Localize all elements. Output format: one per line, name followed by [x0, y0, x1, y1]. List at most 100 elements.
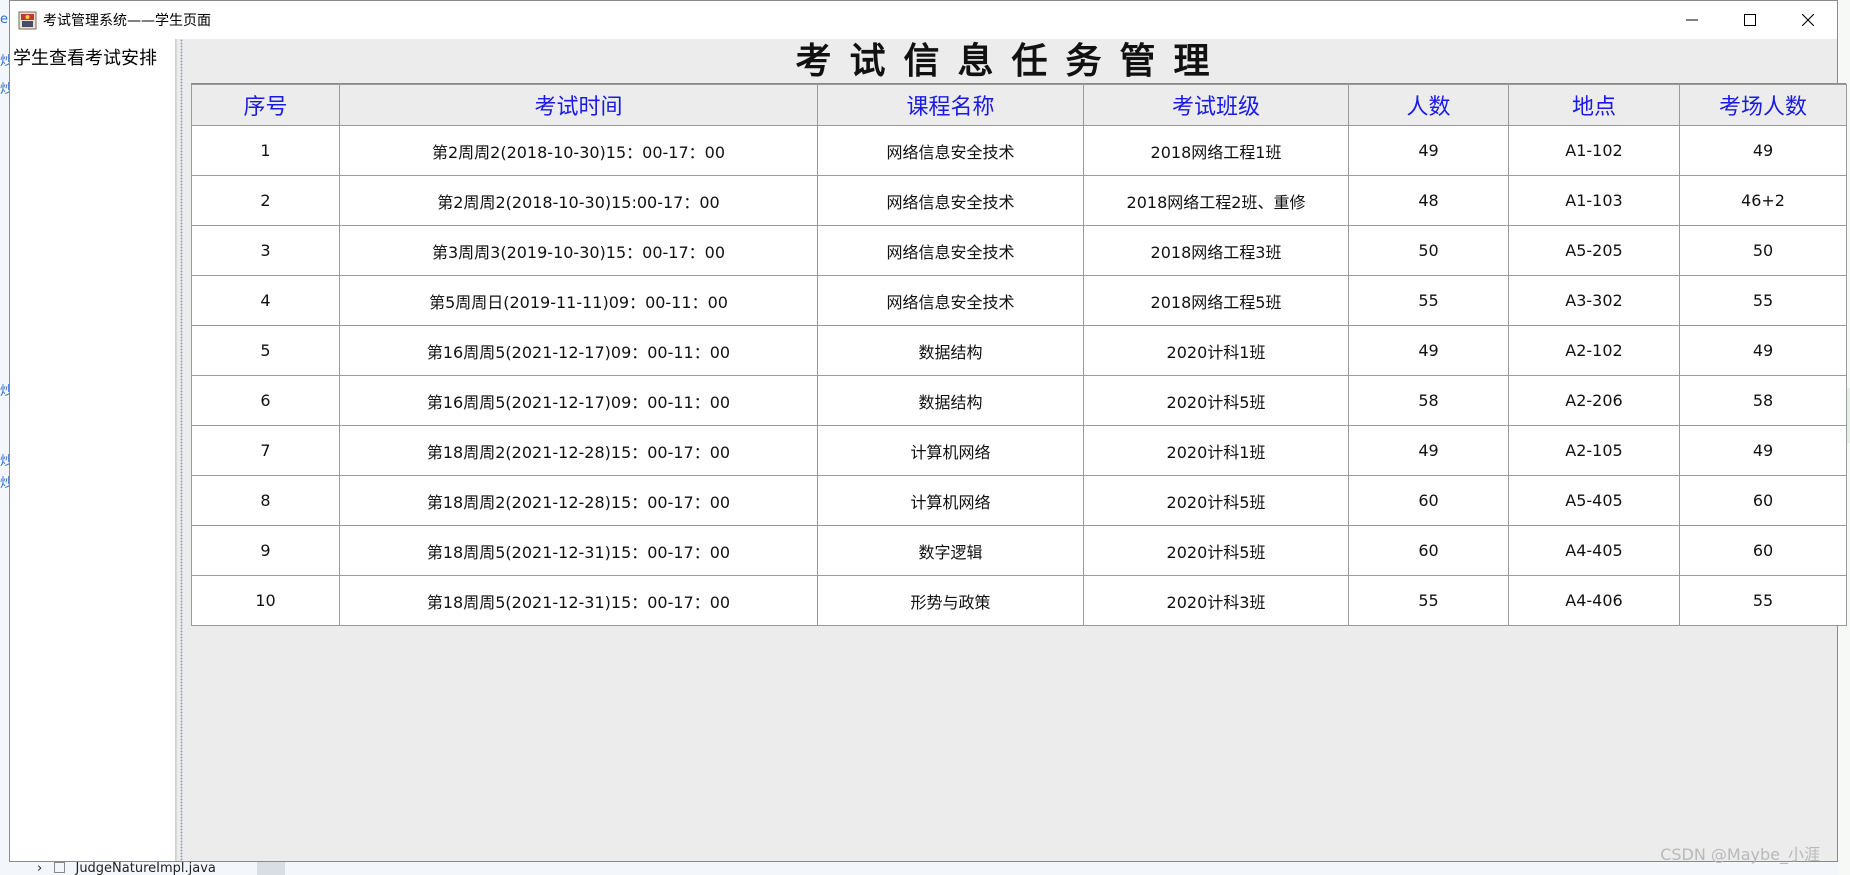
cell-course-name[interactable]: 网络信息安全技术 — [817, 125, 1084, 176]
cell-count[interactable]: 50 — [1348, 225, 1509, 276]
cell-class[interactable]: 2020计科1班 — [1083, 425, 1349, 476]
cell-room-count[interactable]: 49 — [1679, 425, 1847, 476]
main-panel: 考试信息任务管理 序号 考试时间 课程名称 考试班级 人数 地点 考场人数 1 … — [186, 39, 1847, 861]
column-header-count[interactable]: 人数 — [1348, 84, 1509, 126]
cell-index[interactable]: 7 — [191, 425, 340, 476]
cell-course-name[interactable]: 网络信息安全技术 — [817, 225, 1084, 276]
cell-location[interactable]: A5-205 — [1508, 225, 1680, 276]
maximize-button[interactable] — [1721, 1, 1779, 39]
cell-class[interactable]: 2018网络工程3班 — [1083, 225, 1349, 276]
app-window: 考试管理系统——学生页面 学生查看考试安排 考试信息任务管理 序号 考试时间 课… — [9, 0, 1847, 862]
column-header-room-count[interactable]: 考场人数 — [1679, 84, 1847, 126]
table-row[interactable]: 1 第2周周2(2018-10-30)15：00-17：00 网络信息安全技术 … — [191, 125, 1847, 176]
cell-room-count[interactable]: 46+2 — [1679, 175, 1847, 226]
cell-exam-time[interactable]: 第16周周5(2021-12-17)09：00-11：00 — [339, 325, 818, 376]
cell-exam-time[interactable]: 第18周周5(2021-12-31)15：00-17：00 — [339, 525, 818, 576]
column-header-location[interactable]: 地点 — [1508, 84, 1680, 126]
cell-course-name[interactable]: 网络信息安全技术 — [817, 175, 1084, 226]
cell-location[interactable]: A3-302 — [1508, 275, 1680, 326]
sidebar-item-exam-schedule[interactable]: 学生查看考试安排 — [13, 44, 157, 70]
cell-count[interactable]: 48 — [1348, 175, 1509, 226]
splitter-grip — [180, 39, 183, 861]
cell-location[interactable]: A2-102 — [1508, 325, 1680, 376]
cell-course-name[interactable]: 网络信息安全技术 — [817, 275, 1084, 326]
cell-class[interactable]: 2018网络工程2班、重修 — [1083, 175, 1349, 226]
close-icon — [1802, 14, 1814, 26]
cell-room-count[interactable]: 60 — [1679, 525, 1847, 576]
column-header-class[interactable]: 考试班级 — [1083, 84, 1349, 126]
table-row[interactable]: 6 第16周周5(2021-12-17)09：00-11：00 数据结构 202… — [191, 375, 1847, 426]
cell-class[interactable]: 2018网络工程5班 — [1083, 275, 1349, 326]
table-row[interactable]: 9 第18周周5(2021-12-31)15：00-17：00 数字逻辑 202… — [191, 525, 1847, 576]
cell-course-name[interactable]: 形势与政策 — [817, 575, 1084, 626]
cell-location[interactable]: A4-406 — [1508, 575, 1680, 626]
cell-exam-time[interactable]: 第2周周2(2018-10-30)15：00-17：00 — [339, 125, 818, 176]
cell-course-name[interactable]: 计算机网络 — [817, 475, 1084, 526]
cell-count[interactable]: 49 — [1348, 325, 1509, 376]
cell-count[interactable]: 55 — [1348, 275, 1509, 326]
cell-exam-time[interactable]: 第18周周5(2021-12-31)15：00-17：00 — [339, 575, 818, 626]
cell-room-count[interactable]: 55 — [1679, 575, 1847, 626]
table-row[interactable]: 2 第2周周2(2018-10-30)15:00-17：00 网络信息安全技术 … — [191, 175, 1847, 226]
cell-room-count[interactable]: 50 — [1679, 225, 1847, 276]
cell-class[interactable]: 2020计科5班 — [1083, 475, 1349, 526]
cell-count[interactable]: 49 — [1348, 125, 1509, 176]
cell-room-count[interactable]: 55 — [1679, 275, 1847, 326]
cell-room-count[interactable]: 49 — [1679, 125, 1847, 176]
cell-exam-time[interactable]: 第2周周2(2018-10-30)15:00-17：00 — [339, 175, 818, 226]
cell-count[interactable]: 49 — [1348, 425, 1509, 476]
cell-location[interactable]: A2-206 — [1508, 375, 1680, 426]
column-header-index[interactable]: 序号 — [191, 84, 340, 126]
cell-index[interactable]: 10 — [191, 575, 340, 626]
cell-location[interactable]: A5-405 — [1508, 475, 1680, 526]
watermark: CSDN @Maybe_小涯 — [1660, 845, 1820, 864]
split-pane-divider[interactable] — [176, 39, 186, 861]
cell-index[interactable]: 6 — [191, 375, 340, 426]
cell-exam-time[interactable]: 第18周周2(2021-12-28)15：00-17：00 — [339, 475, 818, 526]
cell-index[interactable]: 1 — [191, 125, 340, 176]
cell-course-name[interactable]: 数字逻辑 — [817, 525, 1084, 576]
table-row[interactable]: 10 第18周周5(2021-12-31)15：00-17：00 形势与政策 2… — [191, 575, 1847, 626]
tree-expand-icon: › — [37, 862, 43, 875]
cell-course-name[interactable]: 数据结构 — [817, 325, 1084, 376]
cell-count[interactable]: 60 — [1348, 525, 1509, 576]
cell-index[interactable]: 2 — [191, 175, 340, 226]
table-row[interactable]: 8 第18周周2(2021-12-28)15：00-17：00 计算机网络 20… — [191, 475, 1847, 526]
cell-room-count[interactable]: 58 — [1679, 375, 1847, 426]
cell-exam-time[interactable]: 第18周周2(2021-12-28)15：00-17：00 — [339, 425, 818, 476]
cell-exam-time[interactable]: 第3周周3(2019-10-30)15：00-17：00 — [339, 225, 818, 276]
cell-count[interactable]: 55 — [1348, 575, 1509, 626]
cell-class[interactable]: 2018网络工程1班 — [1083, 125, 1349, 176]
cell-course-name[interactable]: 计算机网络 — [817, 425, 1084, 476]
cell-class[interactable]: 2020计科5班 — [1083, 375, 1349, 426]
cell-class[interactable]: 2020计科3班 — [1083, 575, 1349, 626]
cell-location[interactable]: A4-405 — [1508, 525, 1680, 576]
cell-class[interactable]: 2020计科1班 — [1083, 325, 1349, 376]
table-row[interactable]: 3 第3周周3(2019-10-30)15：00-17：00 网络信息安全技术 … — [191, 225, 1847, 276]
column-header-course-name[interactable]: 课程名称 — [817, 84, 1084, 126]
minimize-button[interactable] — [1663, 1, 1721, 39]
cell-exam-time[interactable]: 第5周周日(2019-11-11)09：00-11：00 — [339, 275, 818, 326]
cell-index[interactable]: 5 — [191, 325, 340, 376]
cell-index[interactable]: 4 — [191, 275, 340, 326]
table-row[interactable]: 5 第16周周5(2021-12-17)09：00-11：00 数据结构 202… — [191, 325, 1847, 376]
table-row[interactable]: 4 第5周周日(2019-11-11)09：00-11：00 网络信息安全技术 … — [191, 275, 1847, 326]
cell-class[interactable]: 2020计科5班 — [1083, 525, 1349, 576]
cell-index[interactable]: 3 — [191, 225, 340, 276]
cell-course-name[interactable]: 数据结构 — [817, 375, 1084, 426]
table-row[interactable]: 7 第18周周2(2021-12-28)15：00-17：00 计算机网络 20… — [191, 425, 1847, 476]
cell-room-count[interactable]: 49 — [1679, 325, 1847, 376]
cell-location[interactable]: A2-105 — [1508, 425, 1680, 476]
cell-index[interactable]: 9 — [191, 525, 340, 576]
cell-location[interactable]: A1-102 — [1508, 125, 1680, 176]
title-bar[interactable]: 考试管理系统——学生页面 — [10, 1, 1837, 39]
cell-room-count[interactable]: 60 — [1679, 475, 1847, 526]
close-button[interactable] — [1779, 1, 1837, 39]
cell-count[interactable]: 60 — [1348, 475, 1509, 526]
window-content: 学生查看考试安排 考试信息任务管理 序号 考试时间 课程名称 考试班级 人数 地… — [10, 39, 1847, 861]
cell-index[interactable]: 8 — [191, 475, 340, 526]
column-header-exam-time[interactable]: 考试时间 — [339, 84, 818, 126]
cell-location[interactable]: A1-103 — [1508, 175, 1680, 226]
cell-count[interactable]: 58 — [1348, 375, 1509, 426]
cell-exam-time[interactable]: 第16周周5(2021-12-17)09：00-11：00 — [339, 375, 818, 426]
